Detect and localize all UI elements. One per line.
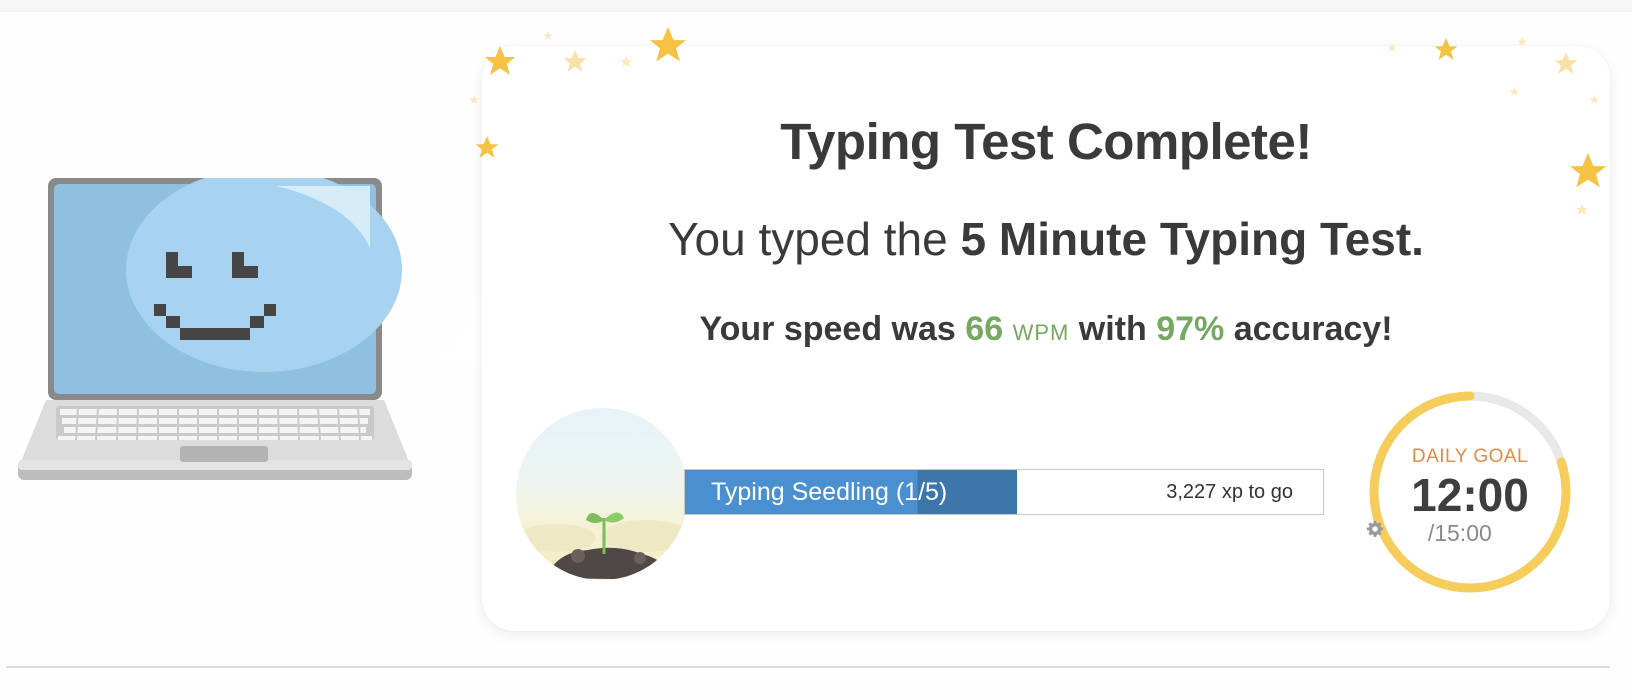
daily-goal-total-row: /15:00 bbox=[1366, 520, 1566, 547]
test-name: 5 Minute Typing Test. bbox=[960, 213, 1424, 265]
daily-goal-total: /15:00 bbox=[1427, 520, 1492, 546]
daily-goal-time: 12:00 bbox=[1411, 469, 1529, 521]
wpm-unit: WPM bbox=[1012, 320, 1070, 345]
top-strip bbox=[0, 0, 1632, 12]
xp-to-go: 3,227 xp to go bbox=[1166, 481, 1293, 503]
test-summary: You typed the 5 Minute Typing Test. bbox=[482, 212, 1610, 266]
seedling-illustration bbox=[516, 408, 688, 580]
accuracy-prefix: with bbox=[1078, 310, 1147, 348]
daily-goal-label: DAILY GOAL bbox=[1411, 446, 1529, 467]
page-title: Typing Test Complete! bbox=[780, 113, 1312, 170]
speed-summary: Your speed was 66 WPM with 97% accuracy! bbox=[482, 310, 1610, 349]
laptop-smiley-illustration bbox=[18, 178, 430, 504]
divider bbox=[6, 666, 1610, 668]
accuracy-value: 97% bbox=[1156, 310, 1225, 348]
level-progress-bar: Typing Seedling (1/5) 3,227 xp to go bbox=[684, 469, 1324, 515]
level-name: Typing Seedling (1/5) bbox=[711, 478, 948, 506]
daily-goal-widget: DAILY GOAL 12:00 /15:00 bbox=[1366, 388, 1574, 596]
accuracy-suffix: accuracy! bbox=[1233, 310, 1393, 348]
wpm-value: 66 bbox=[965, 310, 1004, 348]
speed-prefix: Your speed was bbox=[699, 310, 956, 348]
test-summary-prefix: You typed the bbox=[668, 213, 948, 265]
